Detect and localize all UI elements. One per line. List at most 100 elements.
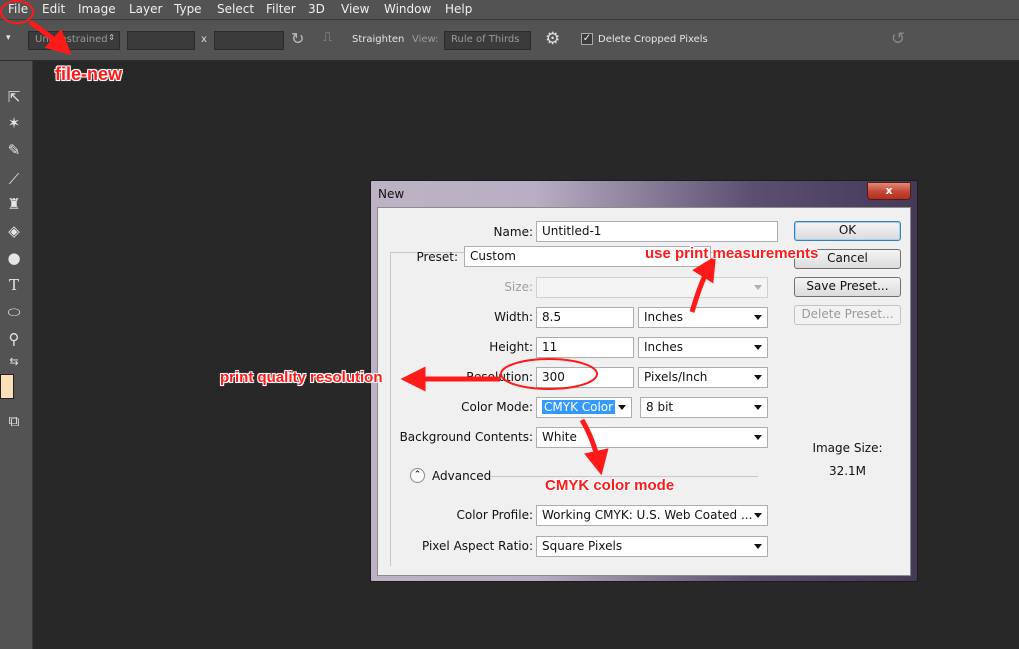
- reset-icon[interactable]: ↺: [891, 29, 905, 49]
- bit-depth-select[interactable]: 8 bit: [640, 397, 768, 418]
- color-profile-label: Color Profile:: [456, 508, 534, 522]
- menu-image[interactable]: Image: [78, 2, 116, 16]
- resolution-unit-value: Pixels/Inch: [644, 370, 708, 384]
- type-icon[interactable]: T: [4, 275, 24, 295]
- options-bar: ▾ Unconstrained ⇕ x ↻ ⎍ Straighten View:…: [0, 20, 1019, 61]
- chevron-down-icon: [754, 285, 762, 290]
- advanced-label: Advanced: [432, 469, 492, 483]
- menu-3d[interactable]: 3D: [308, 2, 325, 16]
- height-input[interactable]: 11: [536, 337, 634, 358]
- clone-stamp-icon[interactable]: ♜: [4, 194, 24, 214]
- width-input[interactable]: 8.5: [536, 307, 634, 328]
- background-label: Background Contents:: [399, 430, 533, 444]
- delete-cropped-checkbox[interactable]: ✓: [581, 33, 593, 45]
- pixel-aspect-value: Square Pixels: [542, 539, 623, 553]
- view-value: Rule of Thirds: [451, 34, 520, 45]
- delete-cropped-label: Delete Cropped Pixels: [598, 34, 708, 45]
- name-label: Name:: [493, 225, 533, 239]
- color-profile-value: Working CMYK: U.S. Web Coated ...: [542, 508, 753, 522]
- straighten-label[interactable]: Straighten: [352, 34, 404, 45]
- pixel-aspect-select[interactable]: Square Pixels: [536, 536, 768, 557]
- chevron-down-icon: [754, 435, 762, 440]
- clear-rotate-icon[interactable]: ↻: [291, 29, 304, 48]
- background-value: White: [542, 430, 577, 444]
- print-measurements-annotation: use print measurements: [645, 245, 819, 262]
- save-preset-button[interactable]: Save Preset...: [794, 277, 901, 297]
- height-unit-value: Inches: [644, 340, 683, 354]
- chevron-down-icon: [754, 315, 762, 320]
- name-input[interactable]: Untitled-1: [536, 221, 778, 242]
- menu-layer[interactable]: Layer: [129, 2, 162, 16]
- crop-width-input[interactable]: [127, 31, 195, 50]
- screen-mode-icon[interactable]: ⧉: [4, 411, 24, 431]
- chevron-down-icon: [754, 375, 762, 380]
- tools-panel: ⇱ ✶ ✎ ⟋ ♜ ◈ ● T ⬭ ⚲ ⇆ ⧉: [0, 61, 33, 649]
- width-unit-value: Inches: [644, 310, 683, 324]
- gear-icon[interactable]: ⚙: [545, 29, 560, 49]
- preset-label: Preset:: [416, 250, 458, 264]
- delete-preset-button[interactable]: Delete Preset...: [794, 305, 901, 325]
- chevron-down-icon: [754, 345, 762, 350]
- chevron-down-icon: [754, 544, 762, 549]
- advanced-toggle[interactable]: ⌃: [410, 468, 425, 483]
- close-button[interactable]: x: [867, 182, 911, 200]
- menu-help[interactable]: Help: [445, 2, 472, 16]
- view-select[interactable]: Rule of Thirds: [444, 31, 531, 50]
- size-select[interactable]: [536, 277, 768, 298]
- menu-view[interactable]: View: [341, 2, 369, 16]
- spinner-icon: ⇕: [108, 33, 115, 42]
- ellipse-icon[interactable]: ⬭: [4, 302, 24, 322]
- background-select[interactable]: White: [536, 427, 768, 448]
- pixel-aspect-label: Pixel Aspect Ratio:: [422, 539, 533, 553]
- view-label: View:: [412, 34, 439, 45]
- menu-edit[interactable]: Edit: [42, 2, 65, 16]
- color-mode-select[interactable]: CMYK Color: [536, 397, 632, 418]
- zoom-icon[interactable]: ⚲: [4, 329, 24, 349]
- swap-icon[interactable]: ⇆: [4, 352, 24, 372]
- image-size-label: Image Size:: [812, 441, 883, 455]
- resolution-input[interactable]: 300: [536, 367, 634, 388]
- file-new-annotation: file-new: [55, 64, 123, 84]
- times-label: x: [201, 34, 207, 45]
- ratio-select[interactable]: Unconstrained ⇕: [28, 31, 120, 50]
- move-tool-icon[interactable]: ⇱: [4, 87, 24, 107]
- menu-bar: File Edit Image Layer Type Select Filter…: [0, 0, 1019, 20]
- height-label: Height:: [489, 340, 533, 354]
- color-mode-value: CMYK Color: [542, 400, 616, 414]
- chevron-down-icon: [754, 405, 762, 410]
- size-label: Size:: [504, 280, 533, 294]
- menu-filter[interactable]: Filter: [266, 2, 296, 16]
- print-resolution-annotation: print quality resolution: [220, 369, 383, 386]
- chevron-down-icon: [754, 513, 762, 518]
- new-document-dialog: New x Name: Untitled-1 Preset: Custom Si…: [370, 180, 918, 582]
- brush-icon[interactable]: ⟋: [4, 169, 24, 189]
- tool-preset-arrow-icon[interactable]: ▾: [6, 33, 11, 43]
- foreground-color-swatch[interactable]: [0, 374, 14, 399]
- width-label: Width:: [494, 310, 533, 324]
- menu-type[interactable]: Type: [174, 2, 202, 16]
- crop-height-input[interactable]: [214, 31, 284, 50]
- menu-window[interactable]: Window: [384, 2, 431, 16]
- paint-bucket-icon[interactable]: ◈: [4, 221, 24, 241]
- resolution-label: Resolution:: [466, 370, 533, 384]
- ok-button[interactable]: OK: [794, 221, 901, 241]
- chevron-down-icon: [618, 405, 626, 410]
- dialog-title: New: [378, 187, 405, 201]
- dodge-icon[interactable]: ●: [4, 248, 24, 268]
- color-profile-select[interactable]: Working CMYK: U.S. Web Coated ...: [536, 505, 768, 526]
- dialog-body: Name: Untitled-1 Preset: Custom Size: Wi…: [377, 207, 911, 576]
- straighten-icon[interactable]: ⎍: [323, 30, 332, 45]
- eyedropper-icon[interactable]: ✎: [4, 140, 24, 160]
- height-unit-select[interactable]: Inches: [638, 337, 768, 358]
- menu-select[interactable]: Select: [217, 2, 254, 16]
- ratio-value: Unconstrained: [35, 34, 108, 45]
- preset-value: Custom: [470, 249, 516, 263]
- cmyk-annotation: CMYK color mode: [545, 477, 675, 494]
- bit-depth-value: 8 bit: [646, 400, 674, 414]
- magic-wand-icon[interactable]: ✶: [4, 113, 24, 133]
- menu-file[interactable]: File: [8, 2, 28, 16]
- color-mode-label: Color Mode:: [461, 400, 533, 414]
- width-unit-select[interactable]: Inches: [638, 307, 768, 328]
- image-size-value: 32.1M: [828, 464, 867, 478]
- resolution-unit-select[interactable]: Pixels/Inch: [638, 367, 768, 388]
